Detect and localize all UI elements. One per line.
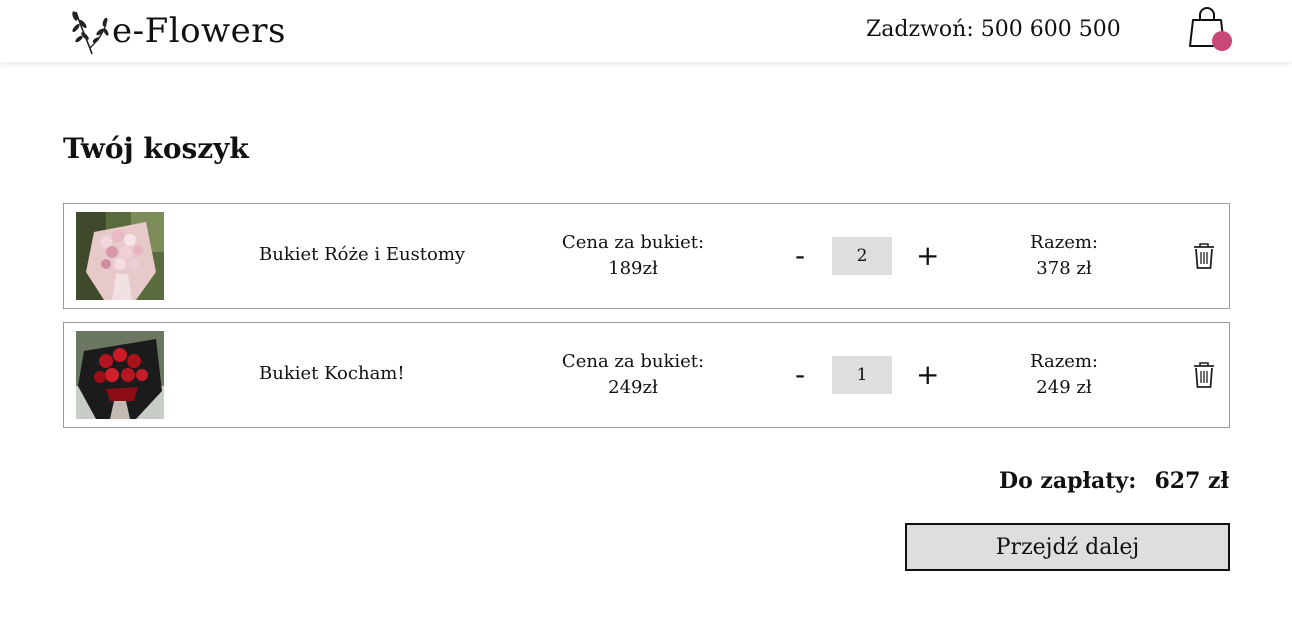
amount-due-value: 627 zł [1154, 468, 1229, 494]
item-total: Razem: 249 zł [989, 349, 1139, 401]
increase-quantity-button[interactable]: + [916, 357, 939, 393]
phone-number: Zadzwoń: 500 600 500 [866, 17, 1121, 42]
logo[interactable]: e-Flowers [70, 6, 286, 56]
trash-icon[interactable] [1192, 242, 1216, 270]
increase-quantity-button[interactable]: + [916, 238, 939, 274]
unit-price-value: 249zł [608, 377, 658, 398]
item-total: Razem: 378 zł [989, 230, 1139, 282]
unit-price-value: 189zł [608, 258, 658, 279]
unit-price: Cena za bukiet: 189zł [533, 230, 733, 282]
site-header: e-Flowers Zadzwoń: 500 600 500 [0, 0, 1292, 62]
cart-badge [1212, 31, 1232, 51]
product-name[interactable]: Bukiet Róże i Eustomy [259, 244, 465, 265]
unit-price: Cena za bukiet: 249zł [533, 349, 733, 401]
leaf-branch-icon [72, 11, 109, 55]
page-title: Twój koszyk [63, 132, 249, 165]
quantity-input[interactable] [832, 237, 892, 275]
cart-item: Bukiet Róże i Eustomy Cena za bukiet: 18… [63, 203, 1230, 309]
product-image[interactable] [76, 212, 164, 300]
decrease-quantity-button[interactable]: - [795, 357, 805, 393]
item-total-value: 378 zł [1036, 258, 1092, 279]
unit-price-label: Cena za bukiet: [561, 232, 705, 253]
logo-text: e-Flowers [112, 11, 286, 51]
quantity-input[interactable] [832, 356, 892, 394]
amount-due-label: Do zapłaty: [999, 468, 1137, 494]
cart-item: Bukiet Kocham! Cena za bukiet: 249zł - +… [63, 322, 1230, 428]
product-name[interactable]: Bukiet Kocham! [259, 363, 405, 384]
proceed-button[interactable]: Przejdź dalej [905, 523, 1230, 571]
trash-icon[interactable] [1192, 361, 1216, 389]
decrease-quantity-button[interactable]: - [795, 238, 805, 274]
item-total-label: Razem: [1030, 232, 1098, 253]
item-total-value: 249 zł [1036, 377, 1092, 398]
product-image[interactable] [76, 331, 164, 419]
cart-button[interactable] [1187, 6, 1235, 54]
item-total-label: Razem: [1030, 351, 1098, 372]
unit-price-label: Cena za bukiet: [561, 351, 705, 372]
cart-list: Bukiet Róże i Eustomy Cena za bukiet: 18… [63, 203, 1230, 441]
